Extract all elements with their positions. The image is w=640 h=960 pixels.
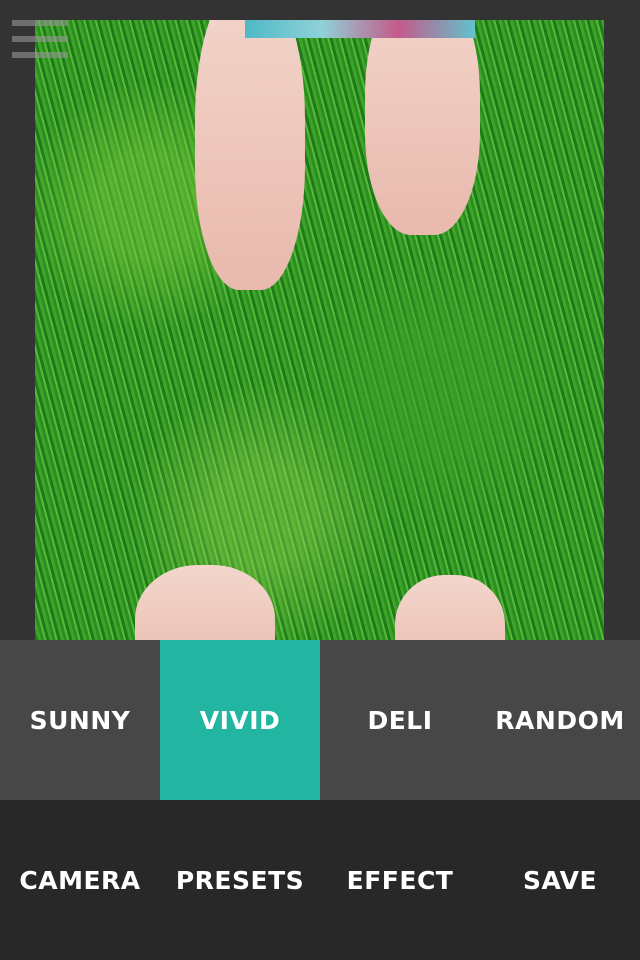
save-button[interactable]: SAVE — [480, 800, 640, 960]
foot-top-left — [195, 20, 305, 290]
filter-random[interactable]: RANDOM — [480, 640, 640, 800]
filter-deli[interactable]: DELI — [320, 640, 480, 800]
dress-hem — [245, 20, 475, 38]
filter-bar: SUNNY VIVID DELI RANDOM — [0, 640, 640, 800]
hamburger-menu-icon[interactable] — [12, 20, 68, 58]
presets-button[interactable]: PRESETS — [160, 800, 320, 960]
bottom-nav: CAMERA PRESETS EFFECT SAVE — [0, 800, 640, 960]
filter-sunny[interactable]: SUNNY — [0, 640, 160, 800]
filter-vivid[interactable]: VIVID — [160, 640, 320, 800]
foot-top-right — [365, 20, 480, 235]
foot-bottom-right — [395, 575, 505, 640]
effect-button[interactable]: EFFECT — [320, 800, 480, 960]
photo-preview — [35, 20, 604, 640]
foot-bottom-left — [135, 565, 275, 640]
camera-button[interactable]: CAMERA — [0, 800, 160, 960]
